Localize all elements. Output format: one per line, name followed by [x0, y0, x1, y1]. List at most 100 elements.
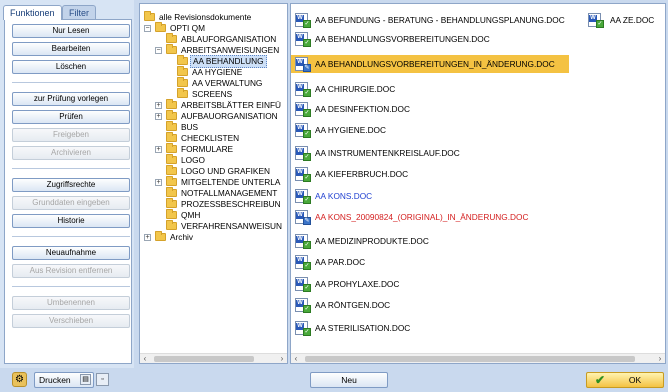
neu-button[interactable]: Neu — [310, 372, 388, 388]
scroll-left-icon[interactable]: ‹ — [140, 354, 150, 363]
folder-icon — [166, 165, 177, 175]
freigeben-button[interactable]: Freigeben — [12, 128, 130, 142]
file-name: AA STERILISATION.DOC — [315, 323, 411, 333]
file-name: AA BEHANDLUNGSVORBEREITUNGEN.DOC — [315, 34, 490, 44]
file-name: AA BEHANDLUNGSVORBEREITUNGEN_IN_ÄNDERUNG… — [315, 59, 555, 69]
aus-revision-entfernen-button[interactable]: Aus Revision entfernen — [12, 264, 130, 278]
file-item[interactable]: ✓ AA INSTRUMENTENKREISLAUF.DOC — [291, 144, 581, 162]
grunddaten-button[interactable]: Grunddaten eingeben — [12, 196, 130, 210]
verschieben-button[interactable]: Verschieben — [12, 314, 130, 328]
file-name: AA KONS_20090824_(ORIGINAL)_IN_ÄNDERUNG.… — [315, 212, 529, 222]
folder-icon — [166, 44, 177, 54]
expand-icon[interactable]: + — [155, 146, 162, 153]
tab-filter[interactable]: Filter — [62, 5, 96, 20]
check-icon: ✓ — [303, 305, 311, 313]
file-item[interactable]: ✓ AA RÖNTGEN.DOC — [291, 296, 581, 314]
file-name: AA CHIRURGIE.DOC — [315, 84, 396, 94]
print-preview-icon[interactable]: ▫ — [96, 373, 109, 386]
umbenennen-button[interactable]: Umbenennen — [12, 296, 130, 310]
file-item[interactable]: ✓ AA DESINFEKTION.DOC — [291, 100, 581, 118]
scroll-left-icon[interactable]: ‹ — [291, 354, 301, 363]
folder-icon — [166, 132, 177, 142]
edit-status-icon: ✎ — [303, 64, 311, 72]
neuaufnahme-button[interactable]: Neuaufnahme — [12, 246, 130, 260]
divider — [12, 236, 130, 237]
divider — [12, 168, 130, 169]
drucken-button[interactable]: Drucken ▤ — [34, 372, 94, 388]
file-item[interactable]: ✓ AA KIEFERBRUCH.DOC — [291, 165, 581, 183]
check-icon: ✓ — [303, 39, 311, 47]
file-item[interactable]: ✓ AA MEDIZINPRODUKTE.DOC — [291, 232, 581, 250]
file-item[interactable]: ✓ AA STERILISATION.DOC — [291, 319, 581, 337]
scroll-thumb[interactable] — [305, 356, 635, 362]
zugriffsrechte-button[interactable]: Zugriffsrechte — [12, 178, 130, 192]
files-horizontal-scrollbar[interactable]: ‹ › — [291, 353, 665, 363]
tab-funktionen[interactable]: Funktionen — [3, 5, 62, 20]
file-item[interactable]: ✎ AA BEHANDLUNGSVORBEREITUNGEN_IN_ÄNDERUN… — [291, 55, 569, 73]
folder-icon — [166, 209, 177, 219]
check-icon: ✓ — [303, 241, 311, 249]
folder-icon — [166, 143, 177, 153]
check-icon: ✓ — [303, 109, 311, 117]
file-name: AA DESINFEKTION.DOC — [315, 104, 410, 114]
file-item[interactable]: ✓ AA CHIRURGIE.DOC — [291, 80, 581, 98]
divider — [12, 82, 130, 83]
file-name: AA MEDIZINPRODUKTE.DOC — [315, 236, 429, 246]
folder-icon — [177, 55, 188, 65]
expand-icon[interactable]: + — [155, 113, 162, 120]
file-name: AA RÖNTGEN.DOC — [315, 300, 391, 310]
file-item-aa-ze[interactable]: ✓ AA ZE.DOC — [586, 11, 664, 29]
check-icon: ✓ — [303, 196, 311, 204]
check-icon: ✓ — [303, 328, 311, 336]
historie-button[interactable]: Historie — [12, 214, 130, 228]
check-icon: ✓ — [303, 153, 311, 161]
file-item[interactable]: ✓ AA HYGIENE.DOC — [291, 121, 581, 139]
collapse-icon[interactable]: − — [155, 47, 162, 54]
file-name: AA INSTRUMENTENKREISLAUF.DOC — [315, 148, 460, 158]
folder-icon — [177, 66, 188, 76]
check-icon: ✓ — [303, 174, 311, 182]
check-icon: ✓ — [303, 20, 311, 28]
collapse-icon[interactable]: − — [144, 25, 151, 32]
folder-tree: alle Revisionsdokumente − OPTI QM ABLAUF… — [139, 3, 288, 364]
edit-status-icon: ✎ — [303, 217, 311, 225]
file-item[interactable]: ✓ AA BEFUNDUNG - BERATUNG - BEHANDLUNGSPL… — [291, 11, 581, 29]
expand-icon[interactable]: + — [144, 234, 151, 241]
tree-horizontal-scrollbar[interactable]: ‹ › — [140, 353, 287, 363]
check-icon: ✓ — [303, 262, 311, 270]
check-icon: ✓ — [303, 130, 311, 138]
file-item[interactable]: ✓ AA PAR.DOC — [291, 253, 581, 271]
folder-icon — [166, 176, 177, 186]
expand-icon[interactable]: + — [155, 179, 162, 186]
folder-icon — [166, 198, 177, 208]
archivieren-button[interactable]: Archivieren — [12, 146, 130, 160]
file-name: AA KIEFERBRUCH.DOC — [315, 169, 409, 179]
actions-list: Nur Lesen Bearbeiten Löschen zur Prüfung… — [4, 19, 132, 364]
function-panel: Funktionen Filter Nur Lesen Bearbeiten L… — [0, 0, 134, 368]
folder-icon — [177, 88, 188, 98]
file-item[interactable]: ✎ AA KONS_20090824_(ORIGINAL)_IN_ÄNDERUNG… — [291, 208, 581, 226]
loeschen-button[interactable]: Löschen — [12, 60, 130, 74]
file-item[interactable]: ✓ AA KONS.DOC — [291, 187, 581, 205]
folder-icon — [166, 99, 177, 109]
bearbeiten-button[interactable]: Bearbeiten — [12, 42, 130, 56]
folder-icon — [177, 77, 188, 87]
folder-icon — [166, 187, 177, 197]
ok-button[interactable]: ✔ OK — [586, 372, 664, 388]
folder-icon — [166, 33, 177, 43]
printer-icon: ▤ — [80, 374, 91, 385]
folder-icon — [155, 22, 166, 32]
folder-icon — [144, 11, 155, 21]
nur-lesen-button[interactable]: Nur Lesen — [12, 24, 130, 38]
zur-pruefung-button[interactable]: zur Prüfung vorlegen — [12, 92, 130, 106]
folder-icon — [166, 220, 177, 230]
scroll-right-icon[interactable]: › — [277, 354, 287, 363]
pruefen-button[interactable]: Prüfen — [12, 110, 130, 124]
file-item[interactable]: ✓ AA PROHYLAXE.DOC — [291, 275, 581, 293]
file-item[interactable]: ✓ AA BEHANDLUNGSVORBEREITUNGEN.DOC — [291, 30, 581, 48]
folder-icon — [166, 121, 177, 131]
scroll-right-icon[interactable]: › — [655, 354, 665, 363]
scroll-thumb[interactable] — [154, 356, 254, 362]
expand-icon[interactable]: + — [155, 102, 162, 109]
settings-icon[interactable]: ⚙ — [12, 372, 27, 387]
